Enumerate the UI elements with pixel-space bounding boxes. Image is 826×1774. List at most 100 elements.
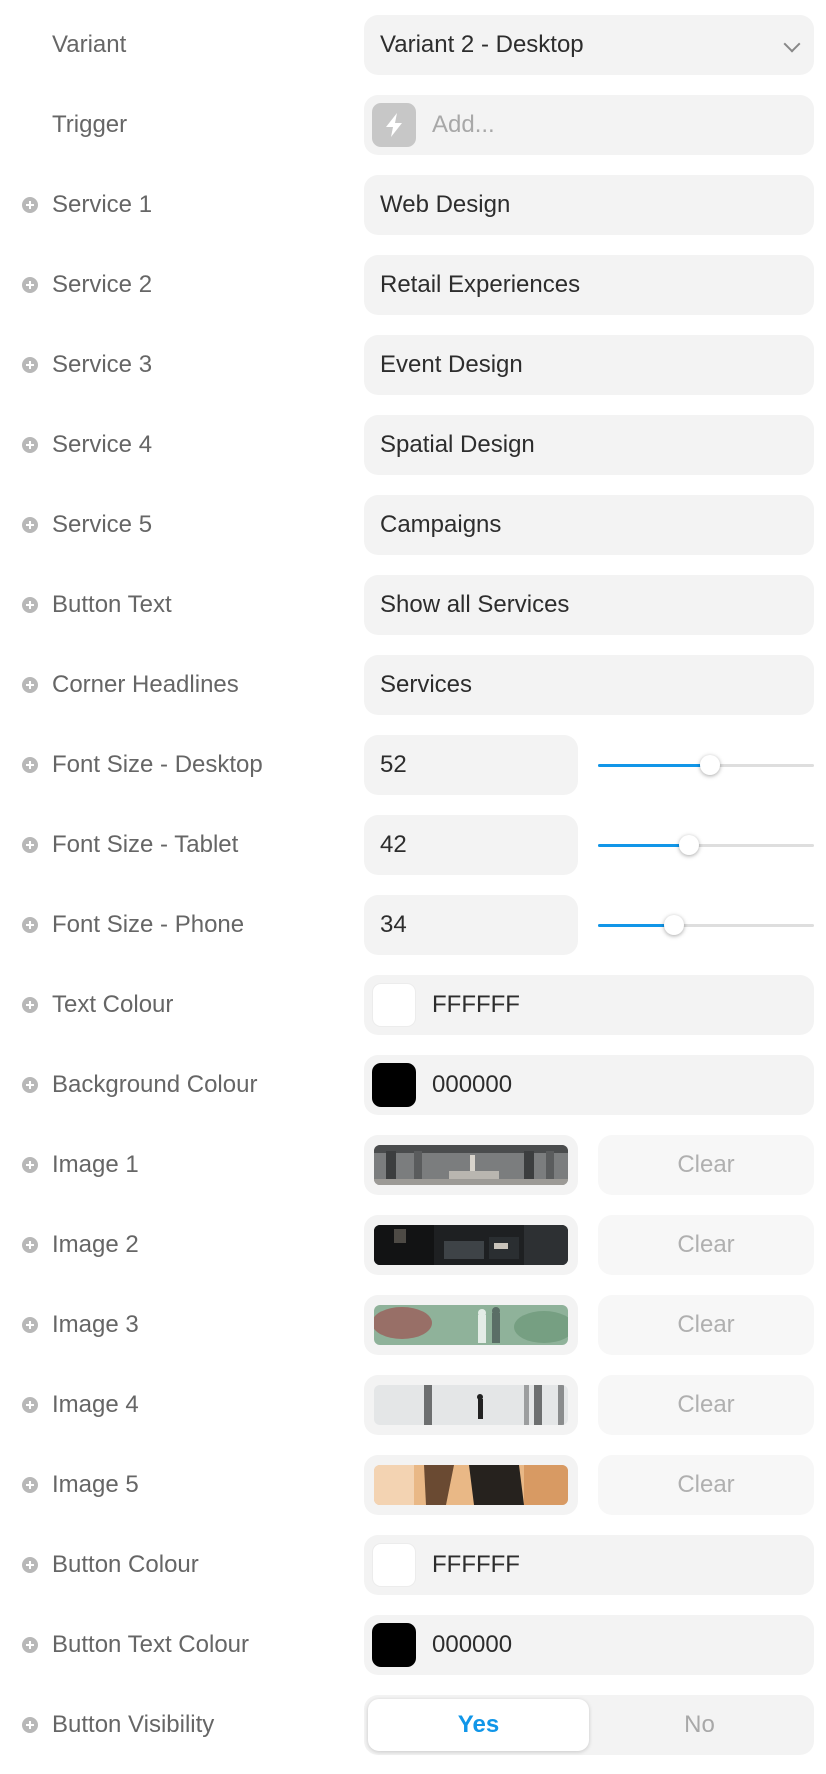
- text-colour-value: FFFFFF: [432, 991, 520, 1018]
- plus-circle-icon[interactable]: [22, 917, 38, 933]
- plus-circle-icon[interactable]: [22, 437, 38, 453]
- variant-label: Variant: [52, 31, 127, 58]
- font-size-phone-input[interactable]: 34: [364, 895, 578, 955]
- service-3-input[interactable]: Event Design: [364, 335, 814, 395]
- service-5-label: Service 5: [52, 511, 153, 538]
- lightning-icon: [372, 103, 416, 147]
- image-1-clear-button[interactable]: Clear: [598, 1135, 814, 1195]
- image-5-clear-button[interactable]: Clear: [598, 1455, 814, 1515]
- font-size-tablet-input[interactable]: 42: [364, 815, 578, 875]
- service-2-input[interactable]: Retail Experiences: [364, 255, 814, 315]
- plus-circle-icon[interactable]: [22, 1637, 38, 1653]
- font-size-tablet-label: Font Size - Tablet: [52, 831, 239, 858]
- chevron-down-icon: [783, 35, 801, 53]
- image-1-label: Image 1: [52, 1151, 139, 1178]
- image-5-picker[interactable]: [364, 1455, 578, 1515]
- button-text-colour-label: Button Text Colour: [52, 1631, 250, 1658]
- variant-select[interactable]: Variant 2 - Desktop: [364, 15, 814, 75]
- image-4-thumbnail: [374, 1385, 568, 1425]
- font-size-tablet-slider[interactable]: [598, 815, 814, 875]
- font-size-desktop-label: Font Size - Desktop: [52, 751, 263, 778]
- background-colour-label: Background Colour: [52, 1071, 258, 1098]
- button-colour-input[interactable]: FFFFFF: [364, 1535, 814, 1595]
- image-3-picker[interactable]: [364, 1295, 578, 1355]
- button-colour-row: Button Colour FFFFFF: [0, 1535, 826, 1595]
- font-size-desktop-slider[interactable]: [598, 735, 814, 795]
- text-colour-label: Text Colour: [52, 991, 174, 1018]
- plus-circle-icon[interactable]: [22, 1237, 38, 1253]
- plus-circle-icon[interactable]: [22, 277, 38, 293]
- image-3-row: Image 3 Clear: [0, 1295, 826, 1355]
- text-colour-input[interactable]: FFFFFF: [364, 975, 814, 1035]
- image-5-label: Image 5: [52, 1471, 139, 1498]
- plus-circle-icon[interactable]: [22, 1717, 38, 1733]
- image-1-row: Image 1 Clear: [0, 1135, 826, 1195]
- variant-row: Variant Variant 2 - Desktop: [0, 15, 826, 75]
- service-2-row: Service 2 Retail Experiences: [0, 255, 826, 315]
- image-2-clear-button[interactable]: Clear: [598, 1215, 814, 1275]
- font-size-phone-row: Font Size - Phone 34: [0, 895, 826, 955]
- plus-circle-icon[interactable]: [22, 757, 38, 773]
- image-3-clear-button[interactable]: Clear: [598, 1295, 814, 1355]
- font-size-desktop-input[interactable]: 52: [364, 735, 578, 795]
- button-visibility-toggle: Yes No: [364, 1695, 814, 1755]
- slider-fill: [598, 764, 711, 767]
- trigger-field[interactable]: Add...: [364, 95, 814, 155]
- corner-headlines-value: Services: [380, 671, 473, 698]
- slider-handle[interactable]: [678, 835, 699, 855]
- visibility-yes-option[interactable]: Yes: [368, 1699, 589, 1751]
- button-colour-value: FFFFFF: [432, 1551, 520, 1578]
- service-4-input[interactable]: Spatial Design: [364, 415, 814, 475]
- image-1-picker[interactable]: [364, 1135, 578, 1195]
- trigger-row: Trigger Add...: [0, 95, 826, 155]
- image-2-picker[interactable]: [364, 1215, 578, 1275]
- button-text-colour-value: 000000: [432, 1631, 513, 1658]
- font-size-phone-slider[interactable]: [598, 895, 814, 955]
- service-1-value: Web Design: [380, 191, 511, 218]
- button-visibility-row: Button Visibility Yes No: [0, 1695, 826, 1755]
- plus-circle-icon[interactable]: [22, 1477, 38, 1493]
- button-text-input[interactable]: Show all Services: [364, 575, 814, 635]
- background-colour-value: 000000: [432, 1071, 513, 1098]
- font-size-desktop-row: Font Size - Desktop 52: [0, 735, 826, 795]
- background-colour-row: Background Colour 000000: [0, 1055, 826, 1115]
- service-4-label: Service 4: [52, 431, 153, 458]
- plus-circle-icon[interactable]: [22, 1317, 38, 1333]
- corner-headlines-input[interactable]: Services: [364, 655, 814, 715]
- service-1-input[interactable]: Web Design: [364, 175, 814, 235]
- plus-circle-icon[interactable]: [22, 1077, 38, 1093]
- image-4-picker[interactable]: [364, 1375, 578, 1435]
- plus-circle-icon[interactable]: [22, 837, 38, 853]
- font-size-phone-label: Font Size - Phone: [52, 911, 245, 938]
- plus-circle-icon[interactable]: [22, 597, 38, 613]
- slider-handle[interactable]: [663, 915, 684, 935]
- trigger-label: Trigger: [52, 111, 128, 138]
- background-colour-input[interactable]: 000000: [364, 1055, 814, 1115]
- plus-circle-icon[interactable]: [22, 677, 38, 693]
- visibility-no-option[interactable]: No: [589, 1699, 810, 1751]
- slider-handle[interactable]: [700, 755, 721, 775]
- button-visibility-label: Button Visibility: [52, 1711, 215, 1738]
- color-swatch[interactable]: [372, 983, 416, 1027]
- color-swatch[interactable]: [372, 1543, 416, 1587]
- image-3-label: Image 3: [52, 1311, 139, 1338]
- service-3-row: Service 3 Event Design: [0, 335, 826, 395]
- text-colour-row: Text Colour FFFFFF: [0, 975, 826, 1035]
- button-text-colour-row: Button Text Colour 000000: [0, 1615, 826, 1675]
- plus-circle-icon[interactable]: [22, 197, 38, 213]
- image-4-clear-button[interactable]: Clear: [598, 1375, 814, 1435]
- plus-circle-icon[interactable]: [22, 357, 38, 373]
- image-1-thumbnail: [374, 1145, 568, 1185]
- button-text-colour-input[interactable]: 000000: [364, 1615, 814, 1675]
- color-swatch[interactable]: [372, 1063, 416, 1107]
- plus-circle-icon[interactable]: [22, 997, 38, 1013]
- plus-circle-icon[interactable]: [22, 517, 38, 533]
- service-5-input[interactable]: Campaigns: [364, 495, 814, 555]
- slider-fill: [598, 924, 674, 927]
- image-5-thumbnail: [374, 1465, 568, 1505]
- plus-circle-icon[interactable]: [22, 1157, 38, 1173]
- button-text-value: Show all Services: [380, 591, 570, 618]
- color-swatch[interactable]: [372, 1623, 416, 1667]
- plus-circle-icon[interactable]: [22, 1397, 38, 1413]
- plus-circle-icon[interactable]: [22, 1557, 38, 1573]
